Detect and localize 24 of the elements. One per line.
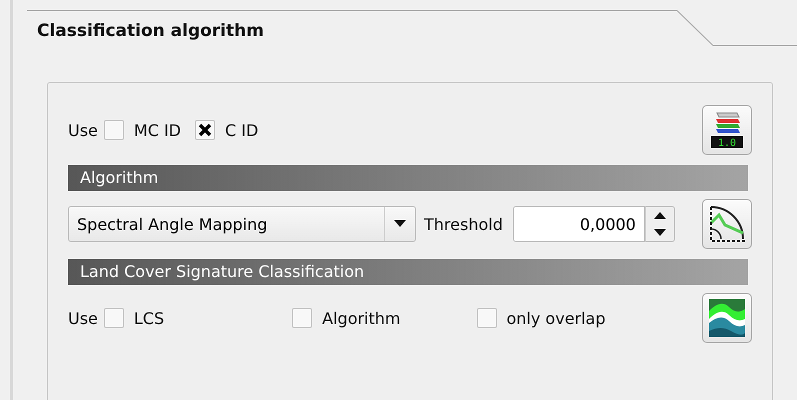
checkbox[interactable]: [195, 120, 215, 140]
signature-plot-button[interactable]: [702, 293, 752, 343]
checkbox-label: C ID: [225, 120, 258, 140]
checkbox-label: only overlap: [506, 308, 606, 328]
dropdown-arrow-icon: [394, 220, 406, 228]
section-header: Algorithm: [68, 165, 748, 191]
checkbox-label: LCS: [134, 308, 164, 328]
checkbox[interactable]: [476, 308, 496, 328]
use-label: Use: [68, 120, 98, 140]
raster-layers-button[interactable]: 1.0: [702, 105, 752, 155]
use-label: Use: [68, 308, 98, 328]
checkbox-label: Algorithm: [322, 308, 400, 328]
checkbox[interactable]: [104, 308, 124, 328]
spectral-plot-button[interactable]: [702, 199, 752, 249]
tab-title[interactable]: Classification algorithm: [37, 21, 264, 41]
checkbox[interactable]: [104, 120, 124, 140]
algorithm-dropdown[interactable]: Spectral Angle Mapping: [68, 206, 416, 242]
threshold-field[interactable]: 0,0000: [512, 206, 645, 242]
checkbox[interactable]: [292, 308, 312, 328]
threshold-label: Threshold: [424, 214, 503, 234]
spin-down-icon[interactable]: [654, 229, 666, 236]
spin-up-icon[interactable]: [654, 212, 666, 219]
checkbox-label: MC ID: [134, 120, 181, 140]
section-header: Land Cover Signature Classification: [68, 259, 748, 285]
